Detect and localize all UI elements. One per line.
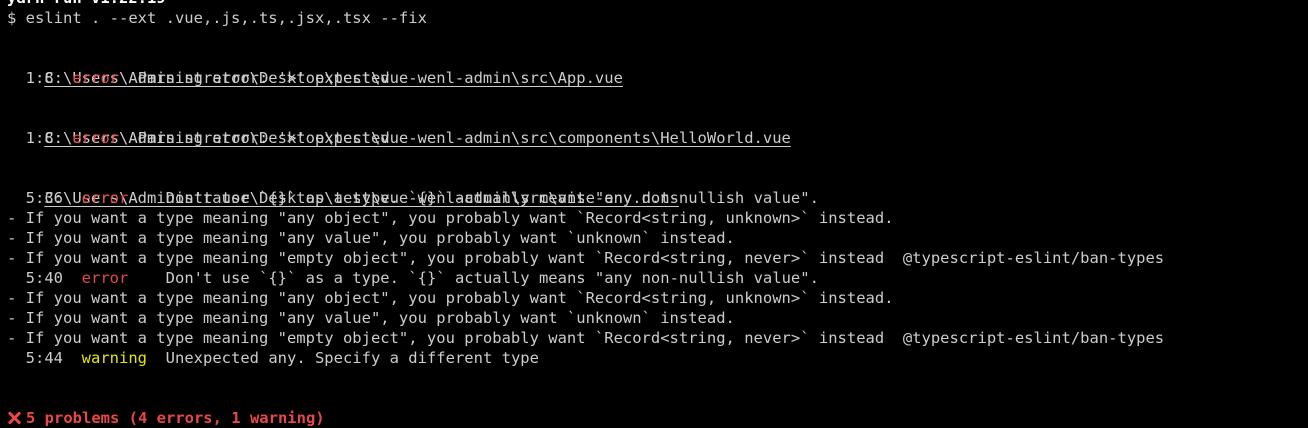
message-text: Don't use `{}` as a type. `{}` actually … — [165, 269, 819, 287]
previous-output-line: yarn run v1.22.19 — [7, 0, 1305, 8]
summary-text: 5 problems (4 errors, 1 warning) — [26, 409, 325, 427]
message-position: 5:44 — [7, 349, 63, 367]
message-position: 5:36 — [7, 189, 63, 207]
severity-warning: warning — [81, 349, 147, 367]
message-continuation: - If you want a type meaning "any object… — [7, 209, 894, 227]
problems-summary: 5 problems (4 errors, 1 warning) — [7, 408, 1305, 428]
message-text: Parsing error: '>' expected — [137, 129, 390, 147]
file-block-app-vue: C:\Users\Administrator\Desktop\test\vue-… — [7, 48, 1305, 87]
message-continuation: - If you want a type meaning "empty obje… — [7, 249, 1165, 267]
severity-error: error — [72, 69, 120, 87]
terminal-output: yarn run v1.22.19 $ eslint . --ext .vue,… — [7, 0, 1305, 428]
message-continuation: - If you want a type meaning "empty obje… — [7, 329, 1165, 347]
message-continuation: - If you want a type meaning "any value"… — [7, 229, 735, 247]
message-text: Don't use `{}` as a type. `{}` actually … — [165, 189, 819, 207]
message-position: 5:40 — [7, 269, 63, 287]
severity-error: error — [81, 269, 129, 287]
lint-message: 5:40 error Don't use `{}` as a type. `{}… — [7, 268, 1305, 288]
severity-error: error — [81, 189, 129, 207]
file-block-helloworld-vue: C:\Users\Administrator\Desktop\test\vue-… — [7, 108, 1305, 147]
lint-message: 1:8 error Parsing error: '>' expected — [7, 68, 1305, 88]
message-continuation: - If you want a type meaning "any value"… — [7, 309, 735, 327]
message-text: Unexpected any. Specify a different type — [165, 349, 539, 367]
cross-icon — [7, 411, 21, 425]
lint-message: 5:44 warning Unexpected any. Specify a d… — [7, 348, 1305, 368]
severity-error: error — [72, 129, 120, 147]
lint-message: 5:36 error Don't use `{}` as a type. `{}… — [7, 188, 1305, 208]
message-position: 1:8 — [7, 69, 54, 87]
file-block-vite-env: C:\Users\Administrator\Desktop\test\vue-… — [7, 168, 1305, 207]
message-continuation: - If you want a type meaning "any object… — [7, 289, 894, 307]
message-text: Parsing error: '>' expected — [137, 69, 390, 87]
message-position: 1:8 — [7, 129, 54, 147]
command-line: $ eslint . --ext .vue,.js,.ts,.jsx,.tsx … — [7, 9, 427, 27]
